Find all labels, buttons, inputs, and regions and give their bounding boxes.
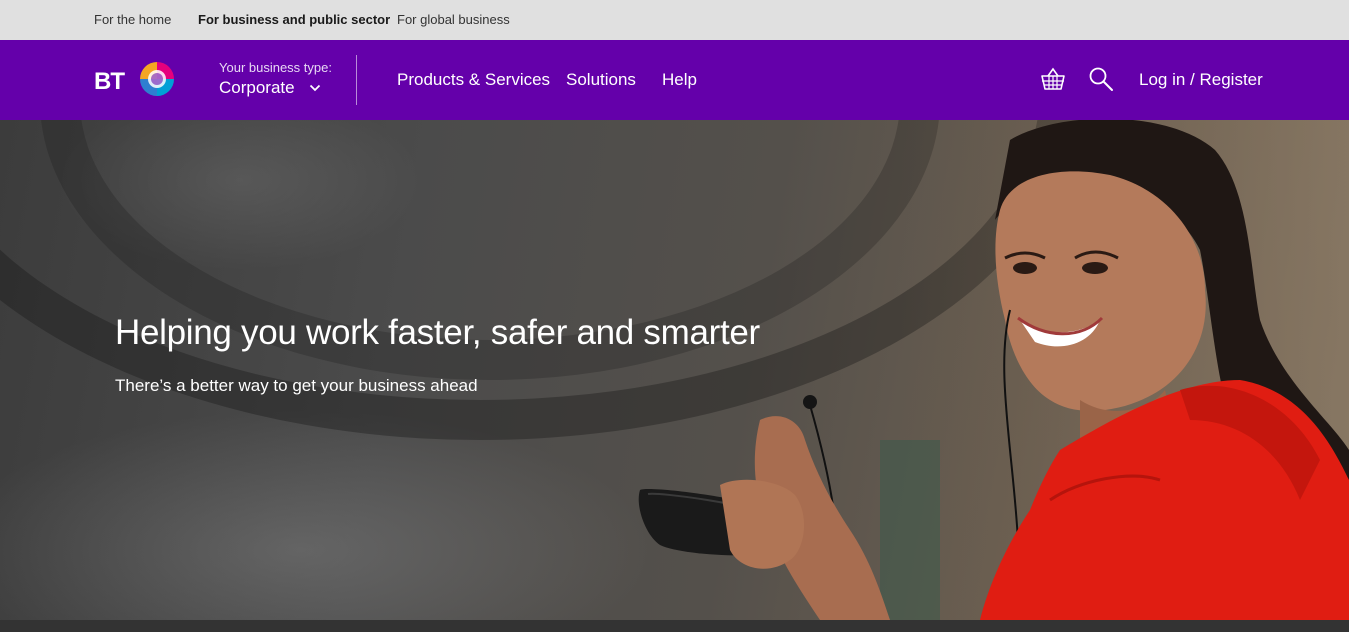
menu-solutions[interactable]: Solutions: [566, 70, 636, 90]
basket-button[interactable]: [1040, 66, 1066, 92]
hero-banner: Helping you work faster, safer and smart…: [0, 120, 1349, 620]
search-button[interactable]: [1088, 66, 1114, 92]
bottom-strip: [0, 620, 1349, 632]
audience-bar: For the home For business and public sec…: [0, 0, 1349, 40]
main-nav: BT Your business type: Corporate Product…: [0, 40, 1349, 120]
for-home-link[interactable]: For the home: [94, 12, 171, 27]
search-icon: [1089, 67, 1113, 91]
business-type-selector[interactable]: Your business type: Corporate: [219, 60, 332, 98]
hero-title: Helping you work faster, safer and smart…: [115, 313, 760, 352]
bt-logo-text: BT: [94, 68, 125, 95]
login-register-link[interactable]: Log in / Register: [1139, 70, 1263, 90]
bt-globe-icon: [140, 62, 174, 96]
for-business-link[interactable]: For business and public sector: [198, 12, 390, 27]
menu-help[interactable]: Help: [662, 70, 697, 90]
business-type-value: Corporate: [219, 78, 295, 97]
menu-products-services[interactable]: Products & Services: [397, 70, 550, 90]
business-type-dropdown[interactable]: Corporate: [219, 78, 332, 98]
business-type-label: Your business type:: [219, 60, 332, 75]
chevron-down-icon: [309, 84, 320, 92]
bt-logo[interactable]: BT: [94, 57, 180, 101]
hero-subtitle: There’s a better way to get your busines…: [115, 376, 478, 395]
for-global-business-link[interactable]: For global business: [397, 12, 510, 27]
hero-photo-woman-with-phone: [638, 120, 1349, 620]
nav-divider: [356, 55, 357, 105]
basket-icon: [1041, 67, 1065, 90]
